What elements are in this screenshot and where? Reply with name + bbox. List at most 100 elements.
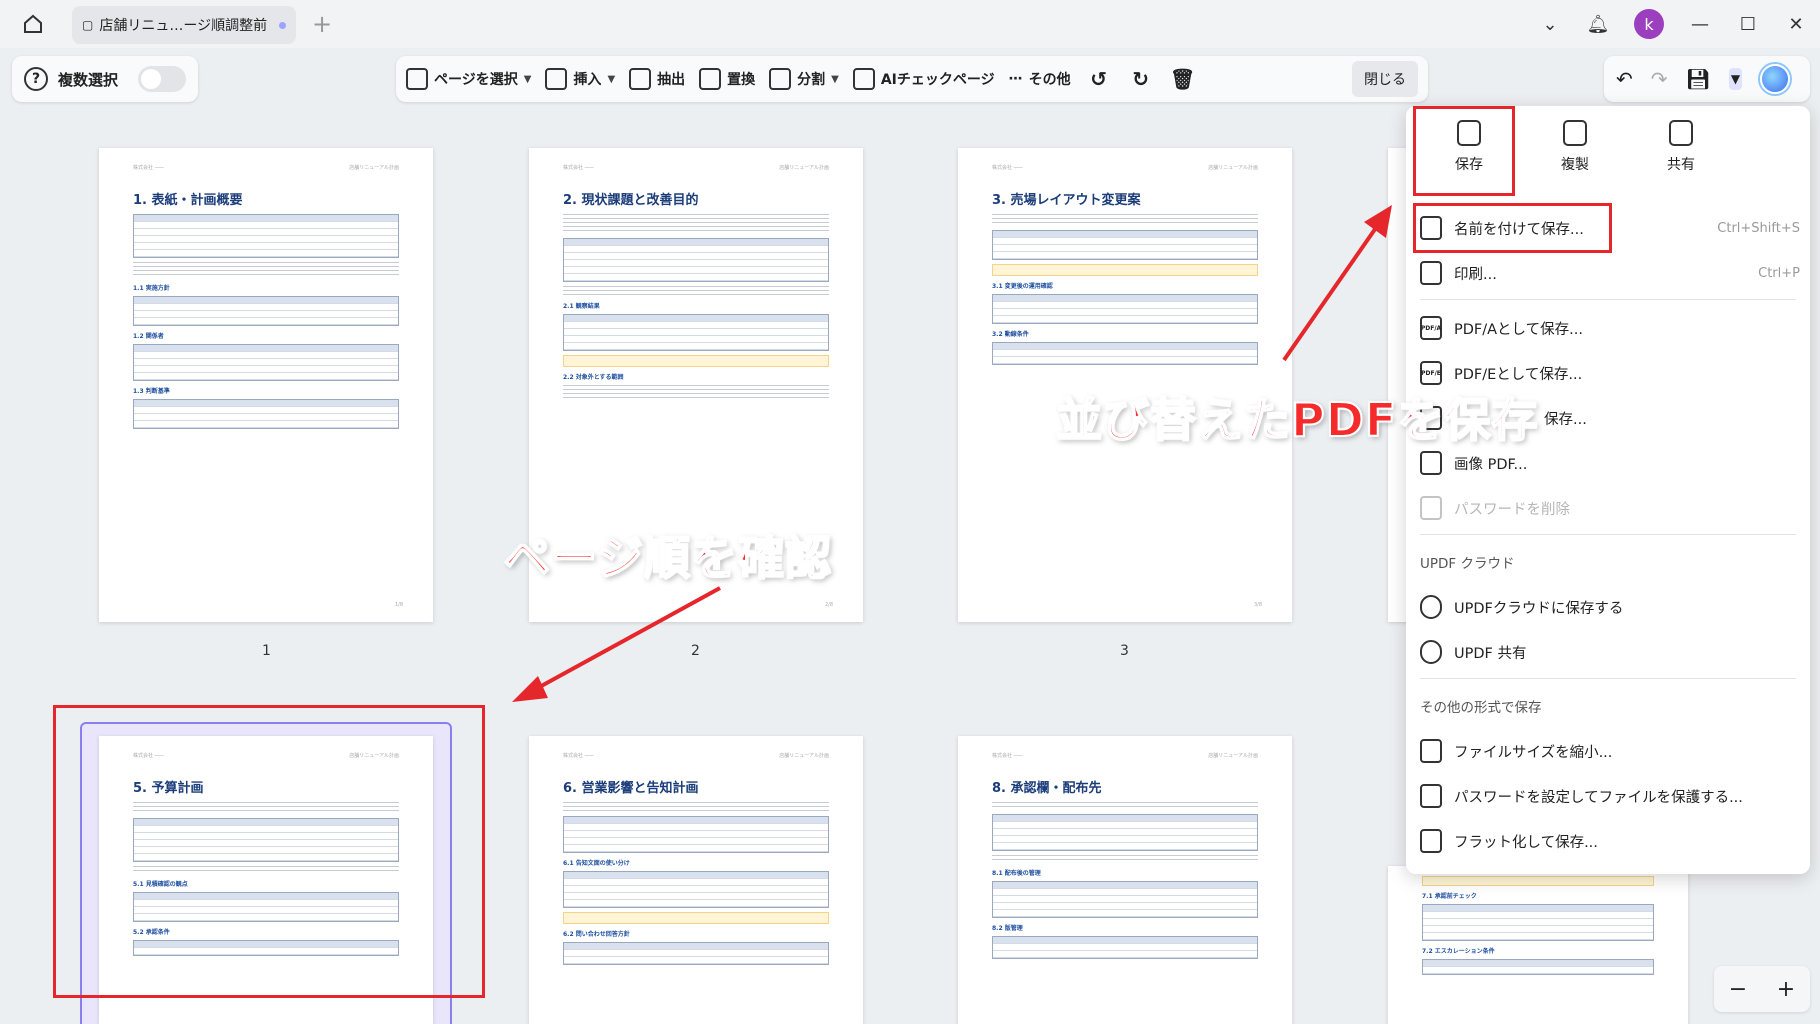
- page-table: [563, 942, 829, 965]
- close-button[interactable]: 閉じる: [1352, 61, 1418, 97]
- page-number: 1: [262, 643, 271, 659]
- page-paragraph: [992, 214, 1258, 226]
- page-header: 株式会社 ─── 店舗リニューアル計画: [563, 753, 829, 759]
- minimize-icon[interactable]: —: [1676, 0, 1724, 48]
- ai-check-button[interactable]: AIチェックページ: [852, 68, 995, 90]
- more-icon: ⋯: [1008, 71, 1023, 87]
- page-table: [133, 214, 399, 258]
- cursor-icon: [406, 68, 428, 90]
- multi-select-toggle[interactable]: [138, 66, 186, 92]
- plus-icon[interactable]: +: [312, 10, 332, 38]
- image-pdf-label: 画像 PDF...: [1454, 456, 1528, 473]
- page-table: [563, 871, 829, 908]
- updf-share-item[interactable]: UPDF 共有: [1420, 633, 1800, 671]
- page-header: 株式会社 ─── 店舗リニューアル計画: [992, 753, 1258, 759]
- undo-icon[interactable]: ↶: [1616, 67, 1633, 91]
- page-toolbar: ページを選択 ▼ 挿入 ▼ 抽出 置換 分割 ▼ AIチェックページ ⋯ その他 ↺ ↻…: [396, 56, 1428, 102]
- other-formats-header: その他の形式で保存: [1420, 700, 1542, 716]
- chevron-down-icon[interactable]: ⌄: [1526, 0, 1574, 48]
- select-page-button[interactable]: ページを選択 ▼: [406, 68, 531, 90]
- page-thumbnail-1[interactable]: 株式会社 ─── 店舗リニューアル計画 1. 表紙・計画概要 1.1 実施方針 1…: [99, 148, 433, 622]
- home-icon[interactable]: [18, 10, 48, 38]
- split-label: 分割: [797, 72, 826, 88]
- reduce-size-item[interactable]: ファイルサイズを縮小...: [1420, 732, 1800, 770]
- multi-select-label: 複数選択: [58, 70, 119, 89]
- ai-check-label: AIチェックページ: [880, 72, 995, 88]
- document-tab[interactable]: ▢ 店舗リニュ…ージ順調整前: [72, 6, 296, 44]
- page-header: 株式会社 ─── 店舗リニューアル計画: [992, 165, 1258, 171]
- replace-button[interactable]: 置換: [699, 68, 755, 90]
- page-table: [992, 936, 1258, 959]
- share-button[interactable]: 共有: [1628, 120, 1734, 192]
- print-label: 印刷...: [1454, 266, 1497, 283]
- page-title: 8. 承認欄・配布先: [992, 781, 1102, 796]
- pdfe-icon: PDF/E: [1420, 361, 1442, 385]
- more-button[interactable]: ⋯ その他: [1009, 69, 1071, 89]
- page-table: [1422, 959, 1654, 975]
- save-pdfe-label: PDF/Eとして保存...: [1454, 366, 1583, 383]
- chevron-down-icon: ▼: [607, 73, 616, 85]
- page-order-highlight-box: [53, 705, 485, 998]
- help-icon[interactable]: ?: [24, 67, 48, 91]
- section-heading: 2.1 観察結果: [563, 303, 600, 310]
- select-page-label: ページを選択: [434, 72, 518, 88]
- maximize-icon[interactable]: ☐: [1724, 0, 1772, 48]
- section-heading: 3.1 変更後の運用確認: [992, 283, 1053, 290]
- protect-label: パスワードを設定してファイルを保護する...: [1454, 789, 1743, 806]
- page-thumbnail-7-partial[interactable]: 7.1 承認前チェック 7.2 エスカレーション条件: [1388, 866, 1688, 1024]
- ai-check-icon: [852, 68, 875, 90]
- annotation-check-order: ページ順を確認: [503, 530, 833, 586]
- page-paragraph: [992, 802, 1258, 810]
- print-shortcut: Ctrl+P: [1758, 265, 1800, 281]
- protect-item[interactable]: パスワードを設定してファイルを保護する...: [1420, 777, 1800, 815]
- flatten-item[interactable]: フラット化して保存...: [1420, 822, 1800, 860]
- right-toolbar: ↶ ↷ 💾︎ ▼: [1604, 56, 1810, 102]
- section-heading: 1.2 関係者: [133, 333, 164, 340]
- rotate-right-icon[interactable]: ↻: [1127, 67, 1155, 91]
- zoom-out-icon[interactable]: −: [1729, 977, 1747, 1002]
- insert-button[interactable]: 挿入 ▼: [545, 68, 615, 90]
- extract-button[interactable]: 抽出: [629, 68, 685, 90]
- page-thumbnail-8[interactable]: 株式会社 ─── 店舗リニューアル計画 8. 承認欄・配布先 8.1 配布後の管理…: [958, 736, 1292, 1024]
- save-cloud-item[interactable]: UPDFクラウドに保存する: [1420, 588, 1800, 626]
- duplicate-button[interactable]: 複製: [1522, 120, 1628, 192]
- share-label: 共有: [1667, 157, 1695, 173]
- insert-label: 挿入: [573, 72, 602, 88]
- section-heading: 3.2 動線条件: [992, 331, 1029, 338]
- print-item[interactable]: 印刷... Ctrl+P: [1420, 254, 1800, 292]
- more-label: その他: [1028, 72, 1071, 88]
- menu-divider: [1420, 299, 1796, 300]
- updf-share-label: UPDF 共有: [1454, 645, 1527, 662]
- chevron-down-icon: ▼: [523, 73, 532, 85]
- bell-icon[interactable]: 🔔︎: [1574, 0, 1622, 48]
- page-header: 株式会社 ─── 店舗リニューアル計画: [563, 165, 829, 171]
- page-title: 1. 表紙・計画概要: [133, 193, 243, 208]
- save-as-highlight-box: [1413, 203, 1612, 253]
- trash-icon[interactable]: 🗑︎: [1169, 67, 1197, 91]
- remove-password-label: パスワードを削除: [1454, 501, 1570, 518]
- ai-assistant-icon[interactable]: [1760, 64, 1791, 94]
- page-footer: 1/8: [394, 602, 403, 608]
- page-highlight: [992, 264, 1258, 276]
- zoom-in-icon[interactable]: +: [1777, 977, 1795, 1002]
- section-heading: 6.1 告知文面の使い分け: [563, 860, 630, 867]
- page-table: [133, 296, 399, 326]
- save-pdfa-item[interactable]: PDF/A PDF/Aとして保存...: [1420, 309, 1800, 347]
- annotation-save-reordered: 並び替えたPDFを保存: [1055, 392, 1539, 448]
- chevron-down-icon[interactable]: ▼: [1728, 68, 1743, 90]
- section-heading: 2.2 対象外とする範囲: [563, 374, 624, 381]
- page-highlight: [563, 355, 829, 367]
- extract-icon: [629, 68, 652, 90]
- section-heading: 1.1 実施方針: [133, 285, 170, 292]
- page-thumbnail-6[interactable]: 株式会社 ─── 店舗リニューアル計画 6. 営業影響と告知計画 6.1 告知文面…: [529, 736, 863, 1024]
- page-table: [992, 342, 1258, 365]
- split-button[interactable]: 分割 ▼: [769, 68, 839, 90]
- save-icon[interactable]: 💾︎: [1686, 67, 1711, 91]
- pdfa-icon: PDF/A: [1420, 316, 1442, 340]
- avatar[interactable]: k: [1634, 9, 1664, 39]
- redo-icon[interactable]: ↷: [1651, 67, 1668, 91]
- rotate-left-icon[interactable]: ↺: [1085, 67, 1113, 91]
- file-icon: ▢: [82, 18, 94, 32]
- close-icon[interactable]: ✕: [1772, 0, 1820, 48]
- image-pdf-icon: [1420, 451, 1442, 475]
